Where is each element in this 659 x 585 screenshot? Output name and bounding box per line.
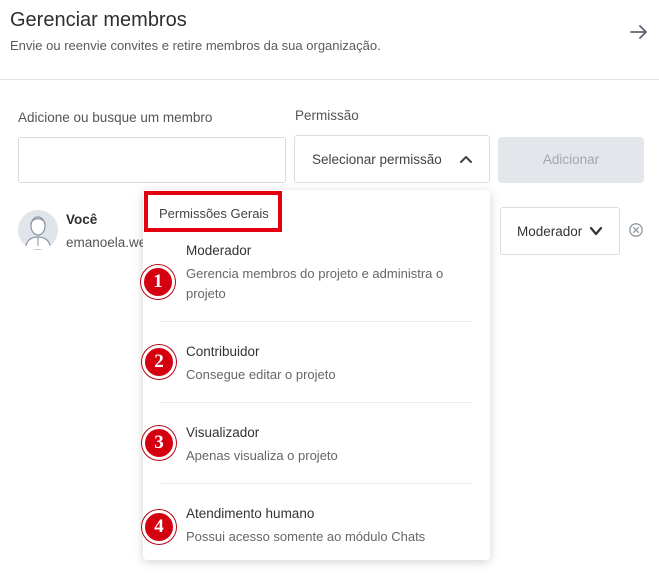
option-moderador[interactable]: Moderador Gerencia membros do projeto e … [143, 243, 490, 303]
divider [161, 483, 473, 484]
arrow-right-icon[interactable] [628, 22, 650, 42]
chevron-up-icon [460, 156, 472, 163]
add-button[interactable]: Adicionar [498, 137, 644, 183]
option-contribuidor[interactable]: Contribuidor Consegue editar o projeto [143, 344, 490, 384]
option-title: Moderador [186, 243, 252, 258]
member-role-select[interactable]: Moderador [500, 207, 620, 255]
divider [161, 321, 473, 322]
option-title: Atendimento humano [186, 506, 315, 521]
remove-circle-icon[interactable] [628, 222, 644, 238]
annotation-badge-3: 3 [142, 426, 176, 460]
permission-select-value: Selecionar permissão [312, 152, 442, 167]
page-title: Gerenciar membros [10, 9, 187, 31]
option-atendimento-humano[interactable]: Atendimento humano Possui acesso somente… [143, 506, 490, 546]
divider [161, 402, 473, 403]
option-description: Consegue editar o projeto [186, 367, 336, 382]
option-description: Apenas visualiza o projeto [186, 448, 338, 463]
annotation-badge-4: 4 [142, 510, 176, 544]
page-subtitle: Envie ou reenvie convites e retire membr… [10, 38, 381, 53]
member-name: Você [66, 212, 98, 227]
option-title: Visualizador [186, 425, 260, 440]
option-description: Gerencia membros do projeto e administra… [186, 266, 444, 301]
group-label: Permissões Gerais [159, 206, 269, 221]
permission-field-label: Permissão [295, 108, 359, 123]
option-title: Contribuidor [186, 344, 260, 359]
permission-dropdown: Permissões Gerais Moderador Gerencia mem… [143, 190, 490, 560]
user-avatar-icon [18, 210, 58, 250]
panel-header: Gerenciar membros Envie ou reenvie convi… [0, 0, 659, 80]
chevron-down-icon [589, 226, 603, 236]
permission-select[interactable]: Selecionar permissão [294, 135, 490, 183]
group-label-highlight: Permissões Gerais [144, 191, 282, 232]
member-role-value: Moderador [517, 224, 583, 239]
annotation-badge-2: 2 [142, 345, 176, 379]
annotation-badge-1: 1 [141, 265, 175, 299]
option-visualizador[interactable]: Visualizador Apenas visualiza o projeto [143, 425, 490, 465]
member-email: emanoela.we [66, 235, 144, 250]
add-button-label: Adicionar [542, 152, 600, 167]
option-description: Possui acesso somente ao módulo Chats [186, 529, 426, 544]
member-field-label: Adicione ou busque um membro [18, 110, 213, 125]
member-search-input[interactable] [18, 137, 286, 183]
